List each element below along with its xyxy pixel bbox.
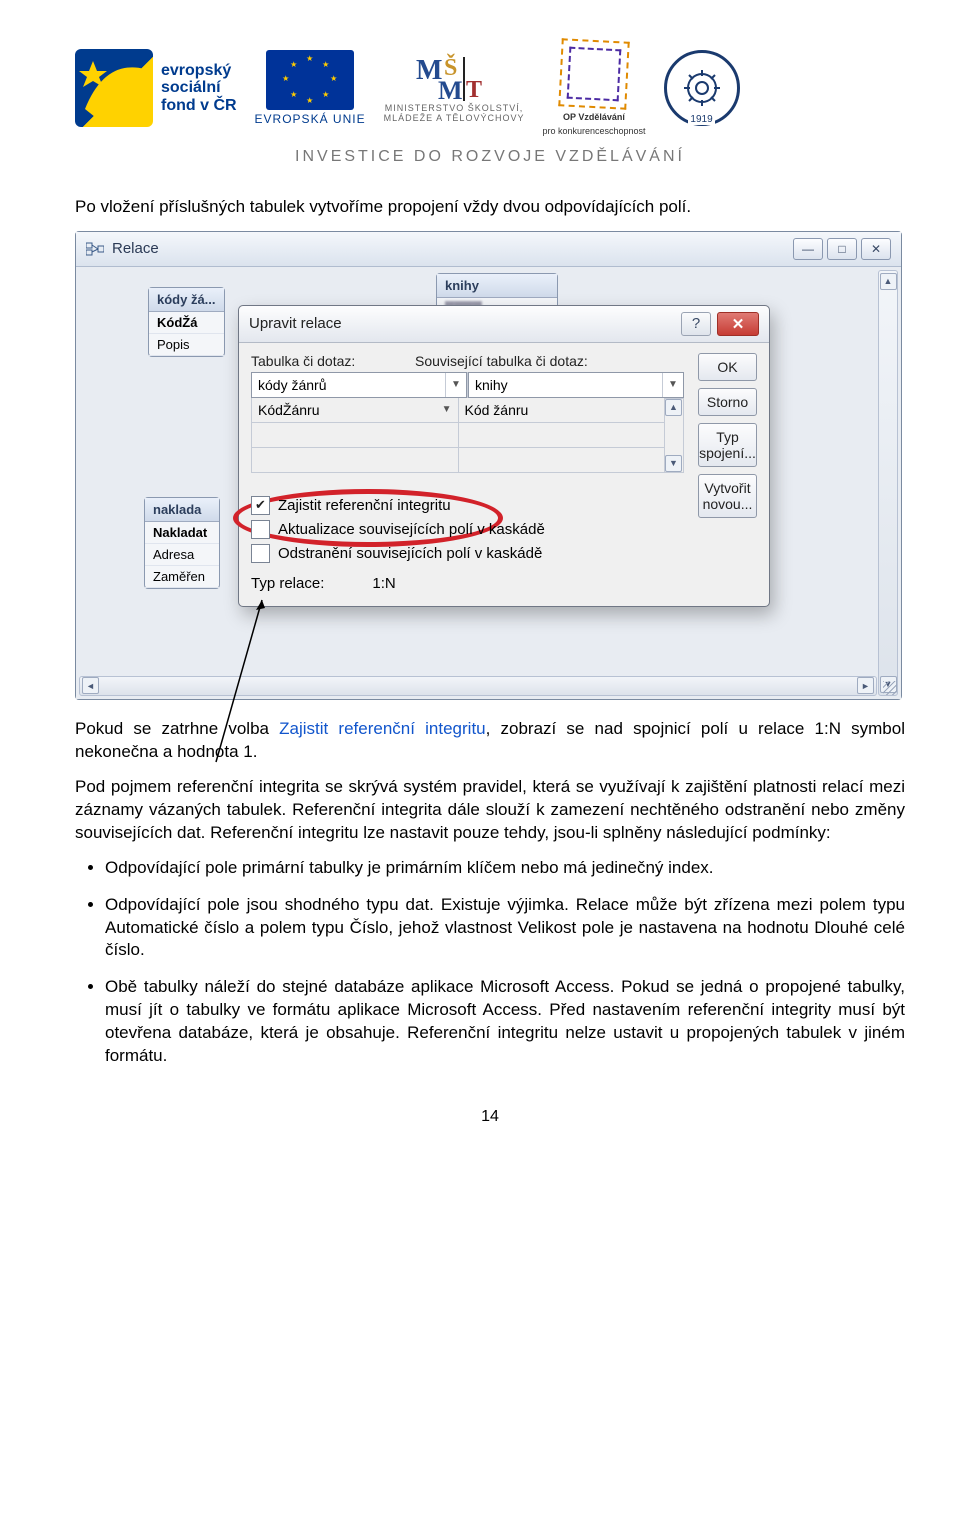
checkbox-cascade-delete-label: Odstranění souvisejících polí v kaskádě bbox=[278, 545, 542, 562]
eu-flag-icon: ★ ★ ★ ★ ★ ★ ★ ★ bbox=[266, 50, 354, 110]
table-row: Zaměřen bbox=[145, 566, 219, 588]
svg-text:M: M bbox=[438, 76, 463, 103]
conditions-list: Odpovídající pole primární tabulky je pr… bbox=[75, 857, 905, 1069]
table-row: KódŽá bbox=[149, 312, 224, 334]
screenshot-relace: Relace — □ ✕ kódy žá... KódŽá Popis knih… bbox=[75, 231, 905, 700]
dialog-titlebar: Upravit relace ? ✕ bbox=[239, 306, 769, 343]
op-line2: pro konkurenceschopnost bbox=[542, 126, 645, 136]
esf-logo: evropský sociální fond v ČR bbox=[75, 49, 237, 127]
list-item: Obě tabulky náleží do stejné databáze ap… bbox=[105, 976, 905, 1068]
horizontal-scrollbar[interactable]: ◄ ► bbox=[79, 676, 877, 696]
combo-souvisejici[interactable]: ▼ bbox=[468, 372, 684, 398]
op-line1: OP Vzdělávání bbox=[563, 112, 625, 122]
op-square-icon bbox=[558, 38, 629, 109]
maximize-button[interactable]: □ bbox=[827, 238, 857, 260]
relace-titlebar: Relace — □ ✕ bbox=[76, 232, 901, 267]
scroll-up-icon[interactable]: ▲ bbox=[880, 273, 897, 290]
msmt-icon: M Š M T bbox=[414, 53, 494, 103]
esf-text: evropský sociální fond v ČR bbox=[161, 62, 237, 115]
esf-line1: evropský bbox=[161, 62, 237, 80]
bg-table-kody: kódy žá... KódŽá Popis bbox=[148, 287, 225, 357]
intro-paragraph: Po vložení příslušných tabulek vytvoříme… bbox=[75, 196, 905, 219]
relace-icon bbox=[86, 242, 104, 256]
upravit-relace-dialog: Upravit relace ? ✕ Tabulka či dotaz: Sou… bbox=[238, 305, 770, 607]
vytvorit-novou-button[interactable]: Vytvořit novou... bbox=[698, 474, 757, 518]
relace-window: Relace — □ ✕ kódy žá... KódŽá Popis knih… bbox=[75, 231, 902, 700]
gear-icon bbox=[682, 68, 722, 108]
typ-relace-label: Typ relace: bbox=[251, 575, 324, 592]
table-row: Nakladat bbox=[145, 522, 219, 544]
checkbox-integrity-label: Zajistit referenční integritu bbox=[278, 497, 451, 514]
list-item: Odpovídající pole primární tabulky je pr… bbox=[105, 857, 905, 880]
scroll-right-icon[interactable]: ► bbox=[857, 677, 874, 694]
para2-prefix: Pokud se zatrhne volba bbox=[75, 719, 279, 738]
field-left[interactable]: KódŽánru bbox=[258, 402, 442, 418]
school-emblem: 1919 bbox=[664, 50, 740, 126]
ok-button[interactable]: OK bbox=[698, 353, 757, 381]
dialog-title-text: Upravit relace bbox=[249, 315, 342, 332]
relace-title-text: Relace bbox=[112, 240, 159, 257]
esf-line2: sociální bbox=[161, 79, 237, 97]
checkbox-cascade-update-label: Aktualizace souvisejících polí v kaskádě bbox=[278, 521, 545, 538]
checkbox-integrity[interactable]: ✔ bbox=[251, 496, 270, 515]
resize-grip-icon[interactable] bbox=[883, 681, 897, 695]
scroll-down-icon[interactable]: ▼ bbox=[665, 455, 682, 472]
close-button[interactable]: ✕ bbox=[861, 238, 891, 260]
header-logos: evropský sociální fond v ČR ★ ★ ★ ★ ★ ★ … bbox=[75, 40, 905, 136]
label-tabulka: Tabulka či dotaz: bbox=[251, 353, 415, 369]
dialog-close-button[interactable]: ✕ bbox=[717, 312, 759, 336]
svg-text:T: T bbox=[466, 77, 482, 103]
table-row: Adresa bbox=[145, 544, 219, 566]
minimize-button[interactable]: — bbox=[793, 238, 823, 260]
help-button[interactable]: ? bbox=[681, 312, 711, 336]
relace-body: kódy žá... KódŽá Popis knihy ████ ███ na… bbox=[76, 267, 901, 699]
esf-swirl-icon bbox=[75, 49, 153, 127]
bg-table-knihy-header: knihy bbox=[437, 274, 557, 298]
combo-tabulka[interactable]: ▼ bbox=[251, 372, 467, 398]
investice-heading: INVESTICE DO ROZVOJE VZDĚLÁVÁNÍ bbox=[75, 148, 905, 166]
table-row: Popis bbox=[149, 334, 224, 356]
eu-logo: ★ ★ ★ ★ ★ ★ ★ ★ EVROPSKÁ UNIE bbox=[255, 50, 366, 126]
page-number: 14 bbox=[75, 1108, 905, 1126]
scroll-up-icon[interactable]: ▲ bbox=[665, 399, 682, 416]
chevron-down-icon[interactable]: ▼ bbox=[662, 373, 683, 397]
list-item: Odpovídající pole jsou shodného typu dat… bbox=[105, 894, 905, 963]
storno-button[interactable]: Storno bbox=[698, 388, 757, 416]
vertical-scrollbar[interactable]: ▲ ▼ bbox=[878, 270, 898, 696]
field-right[interactable]: Kód žánru bbox=[459, 398, 665, 422]
chevron-down-icon[interactable]: ▼ bbox=[445, 373, 466, 397]
bg-table-naklad-header: naklada bbox=[145, 498, 219, 522]
typ-spojeni-button[interactable]: Typ spojení... bbox=[698, 423, 757, 467]
msmt-logo: M Š M T MINISTERSTVO ŠKOLSTVÍ, MLÁDEŽE A… bbox=[384, 53, 525, 123]
bg-table-kody-header: kódy žá... bbox=[149, 288, 224, 312]
grid-scrollbar[interactable]: ▲ ▼ bbox=[665, 398, 684, 473]
para2-blue: Zajistit referenční integritu bbox=[279, 719, 485, 738]
bg-table-naklad: naklada Nakladat Adresa Zaměřen bbox=[144, 497, 220, 589]
label-souvisejici: Související tabulka či dotaz: bbox=[415, 353, 588, 369]
msmt-line2: MLÁDEŽE A TĚLOVÝCHOVY bbox=[384, 113, 525, 123]
eu-label: EVROPSKÁ UNIE bbox=[255, 112, 366, 126]
typ-relace-value: 1:N bbox=[372, 575, 395, 592]
msmt-line1: MINISTERSTVO ŠKOLSTVÍ, bbox=[385, 103, 524, 113]
combo-tabulka-input[interactable] bbox=[252, 373, 445, 397]
checkbox-cascade-delete[interactable] bbox=[251, 544, 270, 563]
para-referencni: Pokud se zatrhne volba Zajistit referenč… bbox=[75, 718, 905, 764]
op-logo: OP Vzdělávání pro konkurenceschopnost bbox=[542, 40, 645, 136]
emblem-year: 1919 bbox=[688, 114, 714, 125]
chevron-down-icon[interactable]: ▼ bbox=[442, 404, 452, 415]
para-explain: Pod pojmem referenční integrita se skrýv… bbox=[75, 776, 905, 845]
combo-souvisejici-input[interactable] bbox=[469, 373, 662, 397]
esf-line3: fond v ČR bbox=[161, 97, 237, 115]
scroll-left-icon[interactable]: ◄ bbox=[82, 677, 99, 694]
checkbox-cascade-update[interactable] bbox=[251, 520, 270, 539]
